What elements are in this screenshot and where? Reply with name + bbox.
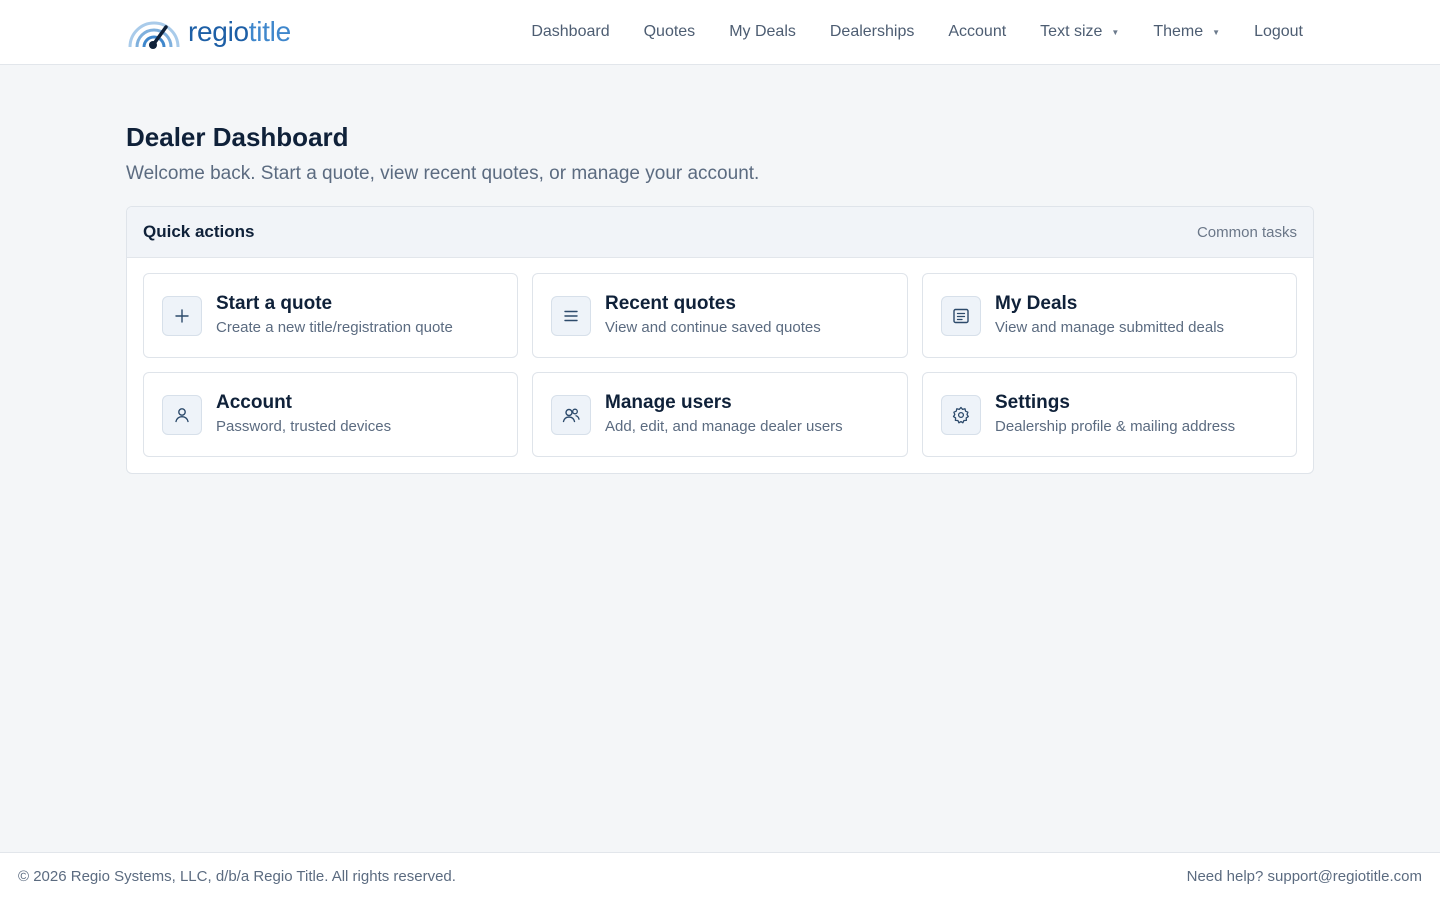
- nav-account[interactable]: Account: [948, 23, 1006, 41]
- plus-icon: [162, 295, 202, 336]
- nav-text-size-dropdown[interactable]: Text size ▼: [1040, 23, 1119, 41]
- page-subtitle: Welcome back. Start a quote, view recent…: [126, 163, 760, 184]
- brand-name-part2: title: [248, 16, 291, 47]
- action-card-start-quote[interactable]: Start a quote Create a new title/registr…: [143, 273, 518, 358]
- top-navbar: regiotitle Dashboard Quotes My Deals Dea…: [0, 0, 1440, 65]
- main-nav: Dashboard Quotes My Deals Dealerships Ac…: [531, 0, 1303, 64]
- list-icon: [551, 295, 591, 336]
- action-card-title: Start a quote: [216, 293, 333, 314]
- caret-down-icon: ▼: [1111, 27, 1120, 37]
- action-card-title: Manage users: [605, 392, 732, 413]
- action-card-desc: Create a new title/registration quote: [216, 319, 453, 336]
- quick-actions-note: Common tasks: [1196, 223, 1297, 241]
- action-card-title: Settings: [995, 392, 1070, 413]
- action-card-settings[interactable]: Settings Dealership profile & mailing ad…: [922, 372, 1297, 457]
- action-card-desc: Add, edit, and manage dealer users: [605, 418, 843, 435]
- action-card-desc: Password, trusted devices: [216, 418, 392, 435]
- action-card-title: My Deals: [995, 293, 1078, 314]
- nav-text-size-label: Text size: [1040, 23, 1103, 40]
- quick-actions-panel: Quick actions Common tasks Start a quote…: [126, 206, 1314, 474]
- speedometer-icon: [128, 21, 180, 49]
- page-title: Dealer Dashboard: [126, 122, 349, 152]
- brand-name: regiotitle: [188, 14, 291, 50]
- action-card-desc: Dealership profile & mailing address: [995, 418, 1236, 435]
- caret-down-icon: ▼: [1212, 27, 1221, 37]
- action-card-account[interactable]: Account Password, trusted devices: [143, 372, 518, 457]
- footer-help: Need help? support@regiotitle.com: [1187, 868, 1422, 885]
- action-card-my-deals[interactable]: My Deals View and manage submitted deals: [922, 273, 1297, 358]
- footer-help-label: Need help?: [1186, 868, 1268, 885]
- brand-logo[interactable]: regiotitle: [126, 14, 291, 50]
- nav-quotes[interactable]: Quotes: [644, 23, 696, 41]
- nav-my-deals[interactable]: My Deals: [729, 23, 796, 41]
- action-card-title: Account: [216, 392, 292, 413]
- document-icon: [941, 295, 981, 336]
- action-card-recent-quotes[interactable]: Recent quotes View and continue saved qu…: [532, 273, 908, 358]
- gear-icon: [941, 394, 981, 435]
- brand-name-part1: regio: [188, 16, 249, 47]
- quick-actions-title: Quick actions: [143, 222, 255, 241]
- quick-actions-header: Quick actions Common tasks: [127, 207, 1313, 258]
- nav-dealerships[interactable]: Dealerships: [830, 23, 914, 41]
- nav-logout[interactable]: Logout: [1254, 23, 1303, 41]
- quick-actions-grid: Start a quote Create a new title/registr…: [143, 273, 1297, 457]
- action-card-title: Recent quotes: [605, 293, 736, 314]
- user-icon: [162, 394, 202, 435]
- nav-theme-dropdown[interactable]: Theme ▼: [1153, 23, 1220, 41]
- nav-dashboard[interactable]: Dashboard: [531, 23, 609, 41]
- footer-copyright: © 2026 Regio Systems, LLC, d/b/a Regio T…: [18, 868, 456, 885]
- support-email-link[interactable]: support@regiotitle.com: [1268, 868, 1422, 885]
- users-icon: [551, 394, 591, 435]
- page-footer: © 2026 Regio Systems, LLC, d/b/a Regio T…: [0, 852, 1440, 900]
- action-card-desc: View and continue saved quotes: [605, 319, 821, 336]
- action-card-manage-users[interactable]: Manage users Add, edit, and manage deale…: [532, 372, 908, 457]
- action-card-desc: View and manage submitted deals: [995, 319, 1225, 336]
- nav-theme-label: Theme: [1153, 23, 1204, 40]
